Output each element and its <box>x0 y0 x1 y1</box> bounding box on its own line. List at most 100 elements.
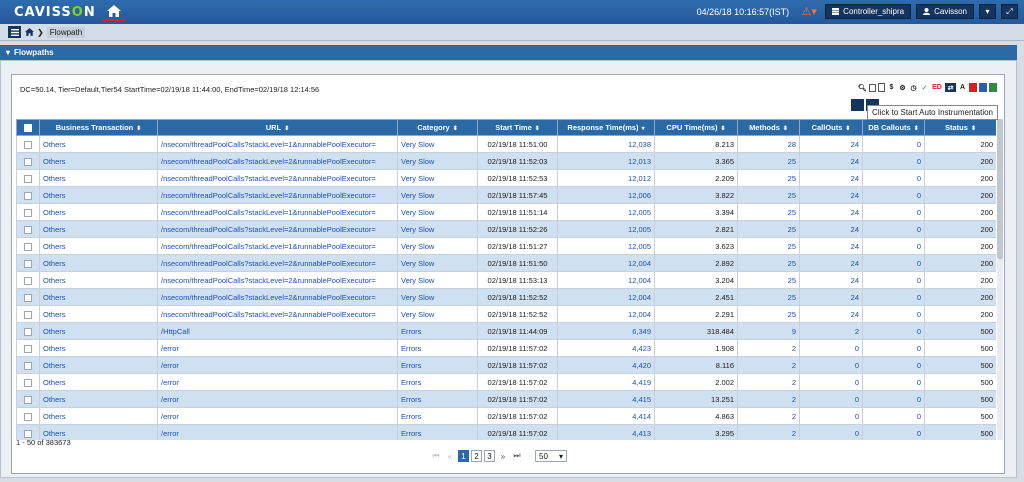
filter-icon[interactable] <box>851 99 864 111</box>
table-cell[interactable]: 0 <box>862 407 925 425</box>
table-cell[interactable]: 0 <box>862 390 925 408</box>
table-cell[interactable]: /HttpCall <box>157 322 398 340</box>
table-cell[interactable]: Errors <box>397 356 478 374</box>
settings-icon[interactable]: ⚙ <box>898 83 907 92</box>
table-scrollbar[interactable] <box>997 119 1003 440</box>
column-header[interactable]: URL ⬍ <box>157 119 398 136</box>
row-checkbox[interactable] <box>24 157 32 166</box>
table-row[interactable]: Others/nsecom/threadPoolCalls?stackLevel… <box>16 186 996 204</box>
row-select-cell[interactable] <box>16 271 40 289</box>
column-header[interactable]: Start Time ⬍ <box>477 119 558 136</box>
row-checkbox[interactable] <box>24 225 32 234</box>
table-row[interactable]: Others/nsecom/threadPoolCalls?stackLevel… <box>16 254 996 272</box>
table-cell[interactable]: 24 <box>799 271 863 289</box>
last-page-button[interactable]: ⏭ <box>511 451 523 461</box>
table-cell[interactable]: Others <box>39 203 158 221</box>
table-row[interactable]: Others/nsecom/threadPoolCalls?stackLevel… <box>16 288 996 306</box>
table-cell[interactable]: /nsecom/threadPoolCalls?stackLevel=2&run… <box>157 305 398 323</box>
table-cell[interactable]: /nsecom/threadPoolCalls?stackLevel=2&run… <box>157 220 398 238</box>
document-icon[interactable] <box>878 83 885 92</box>
row-checkbox[interactable] <box>24 293 32 302</box>
table-cell[interactable]: 4,423 <box>557 339 655 357</box>
row-select-cell[interactable] <box>16 152 40 170</box>
table-cell[interactable]: 0 <box>862 271 925 289</box>
table-cell[interactable]: Others <box>39 407 158 425</box>
column-header[interactable]: Business Transaction ⬍ <box>39 119 158 136</box>
table-cell[interactable]: /error <box>157 407 398 425</box>
prev-page-button[interactable]: « <box>444 452 456 461</box>
swap-icon[interactable]: ⇄ <box>945 83 956 92</box>
table-cell[interactable]: /nsecom/threadPoolCalls?stackLevel=2&run… <box>157 271 398 289</box>
row-select-cell[interactable] <box>16 203 40 221</box>
table-cell[interactable]: 0 <box>862 186 925 204</box>
row-checkbox[interactable] <box>24 361 32 370</box>
table-cell[interactable]: 0 <box>862 169 925 187</box>
row-checkbox[interactable] <box>24 242 32 251</box>
table-cell[interactable]: 12,004 <box>557 271 655 289</box>
table-cell[interactable]: Others <box>39 373 158 391</box>
table-cell[interactable]: Very Slow <box>397 220 478 238</box>
table-row[interactable]: Others/HttpCall Errors 02/19/18 11:44:09 6,… <box>16 322 996 340</box>
table-cell[interactable]: Very Slow <box>397 135 478 153</box>
menu-toggle-button[interactable] <box>8 26 21 38</box>
table-cell[interactable]: 28 <box>737 135 800 153</box>
table-row[interactable]: Others/nsecom/threadPoolCalls?stackLevel… <box>16 152 996 170</box>
copy-icon[interactable] <box>869 83 876 92</box>
breadcrumb-current[interactable]: Flowpath <box>46 26 86 38</box>
table-cell[interactable]: Errors <box>397 407 478 425</box>
table-row[interactable]: Others/nsecom/threadPoolCalls?stackLevel… <box>16 203 996 221</box>
table-cell[interactable]: 2 <box>737 407 800 425</box>
table-cell[interactable]: /nsecom/threadPoolCalls?stackLevel=2&run… <box>157 152 398 170</box>
row-checkbox[interactable] <box>24 344 32 353</box>
clock-icon[interactable]: ◷ <box>909 83 918 92</box>
table-cell[interactable]: 0 <box>799 356 863 374</box>
table-cell[interactable]: 25 <box>737 305 800 323</box>
table-cell[interactable]: 0 <box>862 288 925 306</box>
row-select-cell[interactable] <box>16 373 40 391</box>
table-cell[interactable]: 4,415 <box>557 390 655 408</box>
table-cell[interactable]: 12,004 <box>557 288 655 306</box>
table-cell[interactable]: 2 <box>799 322 863 340</box>
table-cell[interactable]: 0 <box>862 220 925 238</box>
row-select-cell[interactable] <box>16 186 40 204</box>
table-cell[interactable]: Others <box>39 356 158 374</box>
row-checkbox[interactable] <box>24 310 32 319</box>
row-checkbox[interactable] <box>24 208 32 217</box>
word-icon[interactable] <box>979 83 987 92</box>
table-cell[interactable]: Very Slow <box>397 288 478 306</box>
table-cell[interactable]: 25 <box>737 271 800 289</box>
flowpaths-panel-header[interactable]: ▾ Flowpaths <box>0 45 1017 60</box>
table-cell[interactable]: 0 <box>862 254 925 272</box>
table-row[interactable]: Others/error Errors 02/19/18 11:57:02 4,423… <box>16 339 996 357</box>
table-cell[interactable]: 0 <box>799 390 863 408</box>
table-cell[interactable]: /error <box>157 390 398 408</box>
table-cell[interactable]: 12,013 <box>557 152 655 170</box>
table-cell[interactable]: 0 <box>862 237 925 255</box>
first-page-button[interactable]: ⏮ <box>430 451 442 461</box>
table-row[interactable]: Others/nsecom/threadPoolCalls?stackLevel… <box>16 271 996 289</box>
table-cell[interactable]: 0 <box>862 203 925 221</box>
table-cell[interactable]: 2 <box>737 373 800 391</box>
table-cell[interactable]: 24 <box>799 135 863 153</box>
column-header[interactable]: Methods ⬍ <box>737 119 800 136</box>
table-cell[interactable]: 24 <box>799 169 863 187</box>
table-cell[interactable]: Others <box>39 135 158 153</box>
table-cell[interactable]: Others <box>39 271 158 289</box>
table-cell[interactable]: /error <box>157 356 398 374</box>
table-cell[interactable]: 25 <box>737 288 800 306</box>
table-cell[interactable]: 24 <box>799 186 863 204</box>
table-cell[interactable]: Others <box>39 220 158 238</box>
table-cell[interactable]: 4,419 <box>557 373 655 391</box>
row-checkbox[interactable] <box>24 412 32 421</box>
table-cell[interactable]: /error <box>157 373 398 391</box>
table-cell[interactable]: 24 <box>799 305 863 323</box>
row-select-cell[interactable] <box>16 169 40 187</box>
fullscreen-button[interactable]: ⤢ <box>1001 4 1018 19</box>
table-cell[interactable]: 25 <box>737 237 800 255</box>
table-cell[interactable]: 24 <box>799 203 863 221</box>
page-button[interactable]: 1 <box>458 450 469 462</box>
table-cell[interactable]: 12,004 <box>557 254 655 272</box>
table-cell[interactable]: 12,012 <box>557 169 655 187</box>
table-row[interactable]: Others/nsecom/threadPoolCalls?stackLevel… <box>16 237 996 255</box>
font-icon[interactable]: A <box>958 83 967 92</box>
